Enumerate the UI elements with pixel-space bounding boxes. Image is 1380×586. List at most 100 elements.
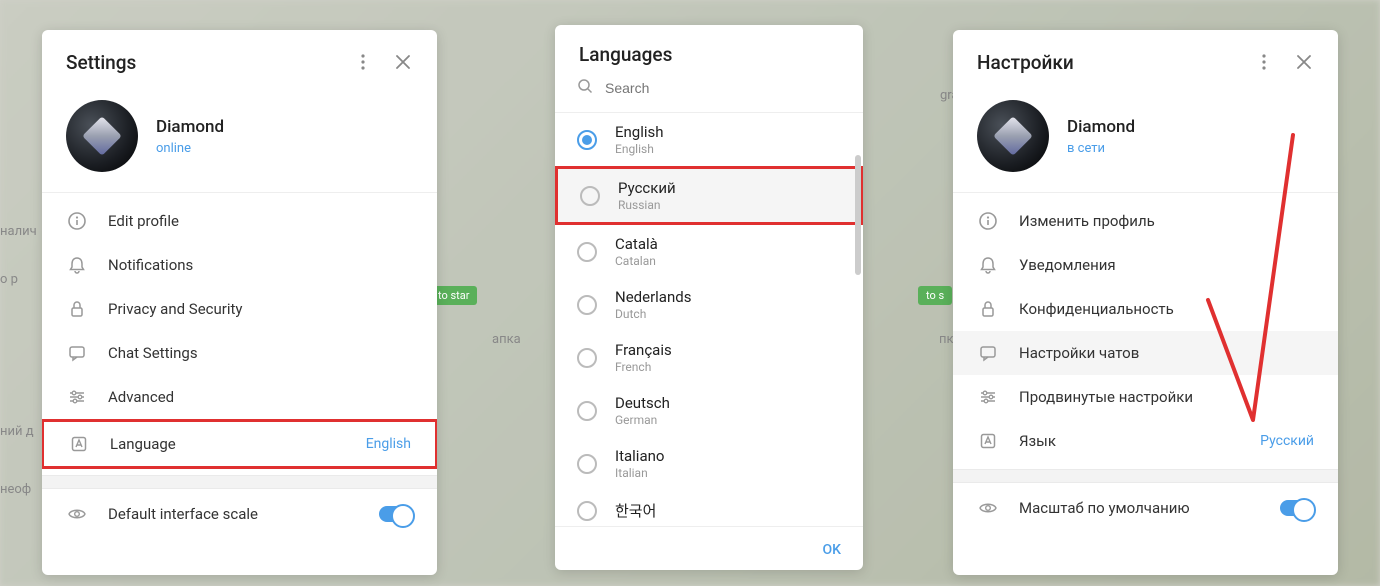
menu-label: Масштаб по умолчанию [1019, 499, 1260, 517]
bell-icon [977, 254, 999, 276]
more-icon[interactable] [349, 48, 377, 76]
avatar [977, 100, 1049, 172]
menu-value: Русский [1260, 433, 1314, 449]
settings-panel-ru: Настройки Diamond в сети Изменить профил… [953, 30, 1338, 575]
section-divider [953, 469, 1338, 483]
menu-value: English [366, 436, 411, 452]
profile-name: Diamond [156, 117, 224, 137]
language-option[interactable]: EnglishEnglish [555, 113, 863, 166]
panel-title: Settings [66, 51, 337, 74]
language-english: English [615, 142, 664, 156]
language-english: German [615, 413, 670, 427]
search-row[interactable] [555, 74, 863, 112]
menu-label: Язык [1019, 432, 1240, 450]
menu-edit-profile[interactable]: Edit profile [42, 199, 437, 243]
more-icon[interactable] [1250, 48, 1278, 76]
ok-button[interactable]: OK [823, 542, 842, 558]
menu-advanced[interactable]: Продвинутые настройки [953, 375, 1338, 419]
menu-chat-settings[interactable]: Настройки чатов [953, 331, 1338, 375]
menu-language[interactable]: Язык Русский [953, 419, 1338, 463]
menu-chat-settings[interactable]: Chat Settings [42, 331, 437, 375]
language-english: Catalan [615, 254, 658, 268]
menu-language[interactable]: Language English [42, 419, 437, 469]
menu-label: Конфиденциальность [1019, 300, 1314, 318]
lock-icon [66, 298, 88, 320]
menu-label: Edit profile [108, 212, 413, 230]
sliders-icon [66, 386, 88, 408]
menu-label: Privacy and Security [108, 300, 413, 318]
search-input[interactable] [605, 80, 841, 96]
language-option[interactable]: DeutschGerman [555, 384, 863, 437]
info-icon [66, 210, 88, 232]
close-icon[interactable] [389, 48, 417, 76]
language-native: Nederlands [615, 288, 691, 306]
scrollbar[interactable] [855, 155, 861, 275]
profile-block[interactable]: Diamond online [42, 90, 437, 192]
language-native: Deutsch [615, 394, 670, 412]
search-icon [577, 78, 593, 98]
menu-privacy[interactable]: Конфиденциальность [953, 287, 1338, 331]
language-icon [977, 430, 999, 452]
panel-title: Languages [579, 43, 843, 66]
language-option[interactable]: РусскийRussian [555, 166, 863, 225]
language-native: Français [615, 341, 672, 359]
menu-privacy[interactable]: Privacy and Security [42, 287, 437, 331]
language-icon [68, 433, 90, 455]
chat-icon [66, 342, 88, 364]
language-english: Dutch [615, 307, 691, 321]
menu-label: Изменить профиль [1019, 212, 1314, 230]
language-english: Italian [615, 466, 664, 480]
eye-icon [66, 503, 88, 525]
radio-icon[interactable] [577, 454, 597, 474]
bell-icon [66, 254, 88, 276]
section-divider [42, 475, 437, 489]
menu-label: Chat Settings [108, 344, 413, 362]
language-native: 한국어 [615, 500, 656, 521]
settings-panel-en: Settings Diamond online Edit profile Not… [42, 30, 437, 575]
language-english: French [615, 360, 672, 374]
panel-title: Настройки [977, 51, 1238, 74]
language-option[interactable]: FrançaisFrench [555, 331, 863, 384]
language-native: Català [615, 235, 658, 253]
menu-notifications[interactable]: Уведомления [953, 243, 1338, 287]
language-list: EnglishEnglishРусскийRussianCatalàCatala… [555, 112, 863, 526]
eye-icon [977, 497, 999, 519]
radio-icon[interactable] [577, 242, 597, 262]
languages-panel: Languages EnglishEnglishРусскийRussianCa… [555, 25, 863, 570]
menu-label: Language [110, 435, 346, 453]
profile-name: Diamond [1067, 117, 1135, 137]
menu-default-scale[interactable]: Масштаб по умолчанию [953, 483, 1338, 530]
radio-icon[interactable] [577, 295, 597, 315]
info-icon [977, 210, 999, 232]
menu-edit-profile[interactable]: Изменить профиль [953, 199, 1338, 243]
menu-label: Default interface scale [108, 505, 359, 523]
profile-status: online [156, 141, 224, 156]
menu-label: Продвинутые настройки [1019, 388, 1314, 406]
language-native: Italiano [615, 447, 664, 465]
menu-notifications[interactable]: Notifications [42, 243, 437, 287]
lock-icon [977, 298, 999, 320]
language-option[interactable]: 한국어 [555, 490, 863, 526]
language-native: English [615, 123, 664, 141]
scale-toggle[interactable] [379, 506, 413, 522]
profile-status: в сети [1067, 141, 1135, 156]
radio-icon[interactable] [577, 401, 597, 421]
sliders-icon [977, 386, 999, 408]
language-option[interactable]: NederlandsDutch [555, 278, 863, 331]
radio-icon[interactable] [580, 186, 600, 206]
scale-toggle[interactable] [1280, 500, 1314, 516]
menu-label: Настройки чатов [1019, 344, 1314, 362]
menu-advanced[interactable]: Advanced [42, 375, 437, 419]
radio-icon[interactable] [577, 501, 597, 521]
menu-default-scale[interactable]: Default interface scale [42, 489, 437, 536]
menu-label: Advanced [108, 388, 413, 406]
radio-icon[interactable] [577, 348, 597, 368]
language-option[interactable]: ItalianoItalian [555, 437, 863, 490]
radio-icon[interactable] [577, 130, 597, 150]
menu-label: Notifications [108, 256, 413, 274]
language-english: Russian [618, 198, 676, 212]
language-option[interactable]: CatalàCatalan [555, 225, 863, 278]
close-icon[interactable] [1290, 48, 1318, 76]
chat-icon [977, 342, 999, 364]
profile-block[interactable]: Diamond в сети [953, 90, 1338, 192]
